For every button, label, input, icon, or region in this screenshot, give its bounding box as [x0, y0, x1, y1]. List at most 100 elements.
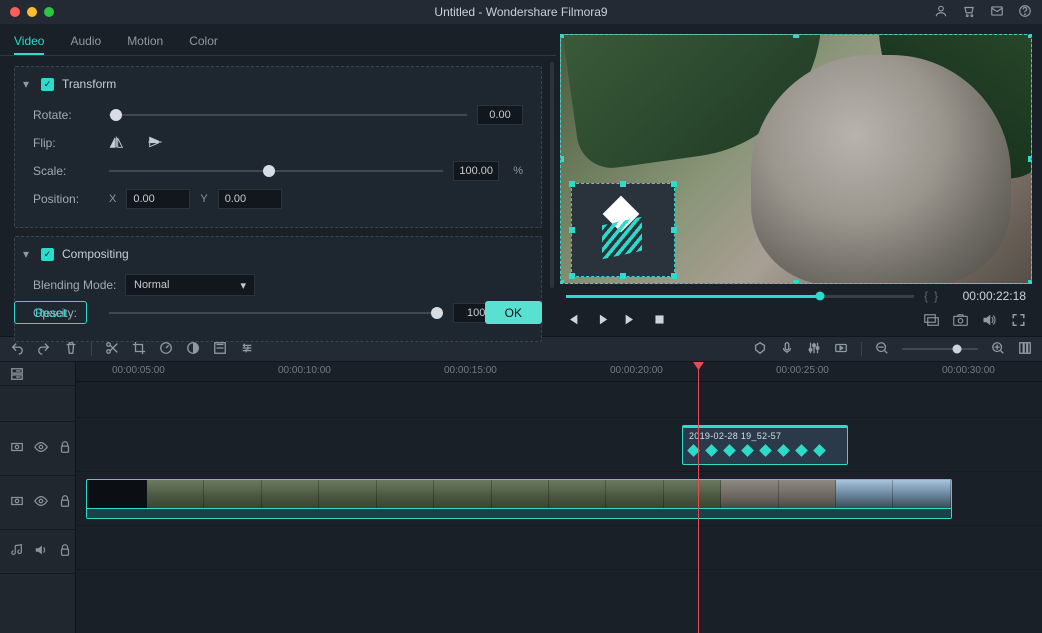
position-x-input[interactable]: 0.00: [126, 189, 190, 209]
delete-icon[interactable]: [64, 341, 78, 358]
zoom-to-fit-icon[interactable]: [1018, 341, 1032, 358]
preview-progress[interactable]: [566, 295, 914, 298]
clip-main[interactable]: [86, 479, 952, 519]
section-compositing: ▾ ✓ Compositing Blending Mode: Normal ▾ …: [14, 236, 542, 342]
mute-icon[interactable]: [34, 543, 48, 560]
flip-vertical-icon[interactable]: [147, 135, 163, 152]
clip-label: 2019-02-28 19_52-57: [689, 431, 781, 441]
zoom-in-icon[interactable]: [991, 341, 1005, 358]
marker-icon[interactable]: [753, 341, 767, 358]
loop-brackets[interactable]: {}: [924, 289, 938, 303]
collapse-compositing-icon[interactable]: ▾: [23, 247, 33, 261]
filmora-logo-icon: [596, 203, 650, 257]
ok-button[interactable]: OK: [485, 301, 542, 324]
zoom-out-icon[interactable]: [875, 341, 889, 358]
speed-icon[interactable]: [159, 341, 173, 358]
zoom-slider[interactable]: [902, 348, 978, 350]
video-track-2[interactable]: [76, 418, 1042, 472]
panel-scrollbar[interactable]: [550, 62, 554, 288]
color-icon[interactable]: [186, 341, 200, 358]
track-head-video1: [0, 476, 75, 530]
manage-tracks-button[interactable]: [0, 362, 75, 386]
rotate-slider[interactable]: [109, 114, 467, 116]
flip-label: Flip:: [33, 136, 109, 150]
tab-motion[interactable]: Motion: [127, 34, 163, 55]
play-icon[interactable]: [595, 313, 608, 329]
record-voiceover-icon[interactable]: [780, 341, 794, 358]
scale-label: Scale:: [33, 164, 109, 178]
visibility-icon[interactable]: [34, 494, 48, 511]
time-ruler[interactable]: 00:00:05:00 00:00:10:00 00:00:15:00 00:0…: [76, 362, 1042, 382]
blending-mode-value: Normal: [134, 279, 169, 291]
keyframe-icon[interactable]: [741, 444, 754, 457]
track-toggle-icon[interactable]: [10, 440, 24, 457]
lock-icon[interactable]: [58, 494, 72, 511]
playhead[interactable]: [698, 362, 699, 633]
render-preview-icon[interactable]: [834, 341, 848, 358]
adjust-icon[interactable]: [240, 341, 254, 358]
music-icon[interactable]: [10, 543, 24, 560]
tab-video[interactable]: Video: [14, 34, 44, 55]
snapshot-icon[interactable]: [953, 313, 968, 330]
cart-icon[interactable]: [962, 4, 976, 21]
property-tabs: Video Audio Motion Color: [0, 24, 556, 56]
blending-mode-select[interactable]: Normal ▾: [125, 274, 255, 296]
position-y-label: Y: [200, 193, 207, 205]
reset-button[interactable]: Reset: [14, 301, 87, 324]
section-title-transform: Transform: [62, 77, 116, 91]
ruler-tick: 00:00:25:00: [776, 365, 829, 376]
stop-icon[interactable]: [653, 313, 666, 329]
scale-unit: %: [513, 165, 523, 177]
ruler-tick: 00:00:30:00: [942, 365, 995, 376]
position-y-input[interactable]: 0.00: [218, 189, 282, 209]
preview-quality-icon[interactable]: [924, 313, 939, 330]
keyframe-icon[interactable]: [777, 444, 790, 457]
blending-mode-label: Blending Mode:: [33, 278, 125, 292]
position-label: Position:: [33, 192, 109, 206]
keyframe-icon[interactable]: [795, 444, 808, 457]
mail-icon[interactable]: [990, 4, 1004, 21]
rotate-input[interactable]: 0.00: [477, 105, 523, 125]
collapse-transform-icon[interactable]: ▾: [23, 77, 33, 91]
next-frame-icon[interactable]: [624, 313, 637, 329]
visibility-icon[interactable]: [34, 440, 48, 457]
preview-canvas[interactable]: [560, 34, 1032, 284]
keyframe-icon[interactable]: [813, 444, 826, 457]
track-toggle-icon[interactable]: [10, 494, 24, 511]
scale-input[interactable]: 100.00: [453, 161, 499, 181]
title-bar: Untitled - Wondershare Filmora9: [0, 0, 1042, 24]
account-icon[interactable]: [934, 4, 948, 21]
rotate-label: Rotate:: [33, 108, 109, 122]
timeline-tracks[interactable]: 00:00:05:00 00:00:10:00 00:00:15:00 00:0…: [76, 362, 1042, 633]
redo-icon[interactable]: [37, 341, 51, 358]
crop-icon[interactable]: [132, 341, 146, 358]
audio-track-1[interactable]: [76, 526, 1042, 570]
lock-icon[interactable]: [58, 440, 72, 457]
lock-icon[interactable]: [58, 543, 72, 560]
audio-mixer-icon[interactable]: [807, 341, 821, 358]
keyframe-icon[interactable]: [759, 444, 772, 457]
ruler-tick: 00:00:10:00: [278, 365, 331, 376]
split-icon[interactable]: [105, 341, 119, 358]
scale-slider[interactable]: [109, 170, 443, 172]
tab-color[interactable]: Color: [189, 34, 218, 55]
keyframe-icon[interactable]: [723, 444, 736, 457]
volume-icon[interactable]: [982, 313, 997, 330]
keyframe-icon[interactable]: [705, 444, 718, 457]
flip-horizontal-icon[interactable]: [109, 135, 125, 152]
undo-icon[interactable]: [10, 341, 24, 358]
pip-overlay[interactable]: [571, 183, 675, 277]
green-screen-icon[interactable]: [213, 341, 227, 358]
track-head-audio: [0, 530, 75, 574]
chevron-down-icon: ▾: [240, 279, 246, 292]
clip-pip[interactable]: 2019-02-28 19_52-57: [682, 425, 848, 465]
section-transform: ▾ ✓ Transform Rotate: 0.00 Flip:: [14, 66, 542, 228]
ruler-tick: 00:00:05:00: [112, 365, 165, 376]
help-icon[interactable]: [1018, 4, 1032, 21]
timeline: 00:00:05:00 00:00:10:00 00:00:15:00 00:0…: [0, 362, 1042, 633]
fullscreen-icon[interactable]: [1011, 313, 1026, 330]
tab-audio[interactable]: Audio: [70, 34, 101, 55]
prev-frame-icon[interactable]: [566, 313, 579, 329]
enable-compositing-checkbox[interactable]: ✓: [41, 248, 54, 261]
enable-transform-checkbox[interactable]: ✓: [41, 78, 54, 91]
